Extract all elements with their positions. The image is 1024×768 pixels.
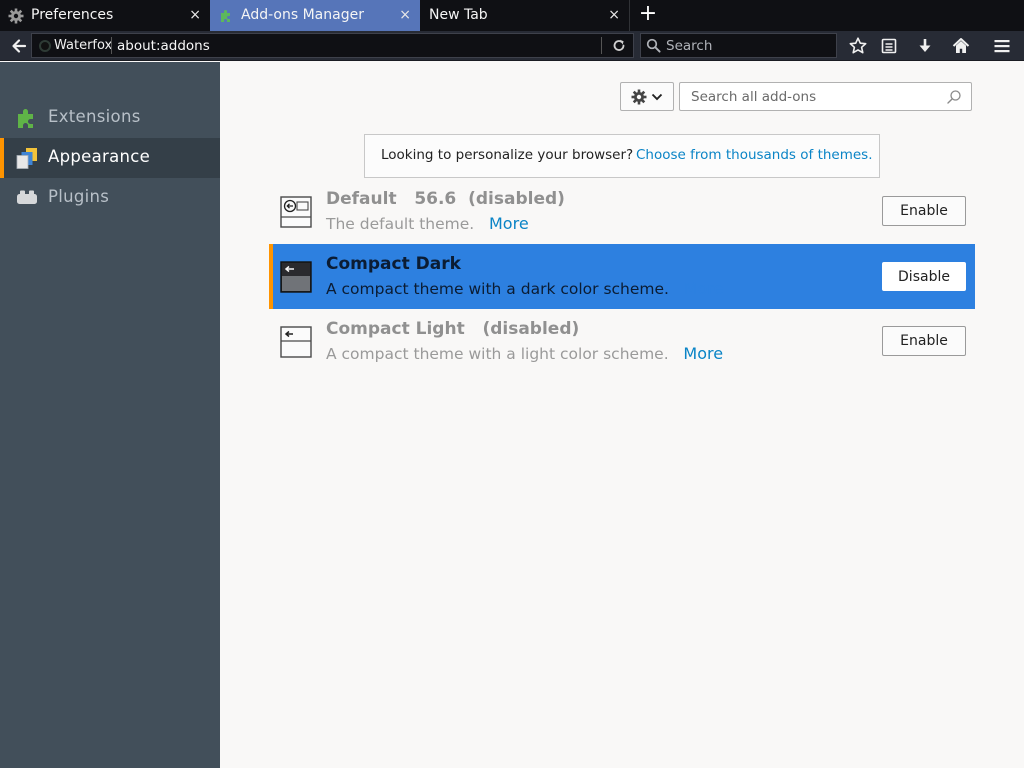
addon-name: Compact Light (disabled)	[326, 319, 580, 339]
tools-menu-button[interactable]	[620, 82, 674, 111]
url-separator	[111, 37, 112, 54]
addon-description: A compact theme with a light color schem…	[326, 344, 723, 363]
addon-name: Default 56.6 (disabled)	[326, 189, 565, 209]
tab-title: New Tab	[429, 7, 488, 23]
hamburger-menu-icon[interactable]	[992, 36, 1012, 56]
addon-description-text: A compact theme with a dark color scheme…	[326, 280, 669, 298]
category-label: Appearance	[48, 147, 151, 166]
bookmarks-menu-icon[interactable]	[879, 36, 899, 56]
more-link[interactable]: More	[489, 214, 529, 233]
category-plugins[interactable]: Plugins	[0, 178, 220, 218]
search-placeholder: Search all add-ons	[691, 89, 817, 105]
search-icon	[646, 38, 661, 53]
disable-button[interactable]: Disable	[882, 262, 966, 291]
identity-icon[interactable]	[39, 40, 51, 52]
back-arrow-icon[interactable]	[6, 33, 32, 59]
tab-preferences[interactable]: Preferences ×	[0, 0, 210, 31]
more-link[interactable]: More	[683, 344, 723, 363]
addon-search-input[interactable]: Search all add-ons	[679, 82, 972, 111]
enable-button[interactable]: Enable	[882, 196, 966, 226]
puzzle-icon	[221, 10, 230, 22]
tab-separator	[629, 0, 630, 31]
home-icon[interactable]	[951, 36, 971, 56]
gear-icon	[8, 8, 24, 24]
close-icon[interactable]: ×	[189, 7, 201, 23]
navigation-toolbar: Waterfox about:addons Search	[0, 31, 1024, 61]
chevron-down-icon	[651, 93, 663, 101]
search-bar[interactable]: Search	[640, 33, 837, 58]
addon-description-text: A compact theme with a light color schem…	[326, 345, 669, 363]
puzzle-icon	[18, 109, 33, 128]
tab-title: Add-ons Manager	[241, 7, 364, 23]
addon-description-text: The default theme.	[326, 215, 475, 233]
addons-list-view: Search all add-ons Looking to personaliz…	[220, 62, 1024, 768]
category-label: Plugins	[48, 187, 110, 206]
more-link[interactable]: More	[684, 279, 724, 298]
gear-icon	[631, 89, 647, 105]
category-label: Extensions	[48, 107, 141, 126]
identity-label[interactable]: Waterfox	[54, 38, 112, 53]
category-extensions[interactable]: Extensions	[0, 98, 220, 138]
tab-new-tab[interactable]: New Tab ×	[420, 0, 629, 31]
search-icon	[947, 90, 961, 104]
bookmark-star-icon[interactable]	[848, 36, 868, 56]
categories-sidebar: Extensions Appearance Plugins	[0, 62, 220, 768]
enable-button[interactable]: Enable	[882, 326, 966, 356]
theme-light-icon	[280, 326, 312, 358]
addon-item-default[interactable]: Default 56.6 (disabled) The default them…	[269, 179, 975, 244]
reload-icon[interactable]	[610, 37, 628, 55]
download-icon[interactable]	[915, 36, 935, 56]
theme-dark-icon	[280, 261, 312, 293]
tab-addons-manager[interactable]: Add-ons Manager ×	[210, 0, 420, 31]
addon-item-compact-dark[interactable]: Compact Dark A compact theme with a dark…	[269, 244, 975, 309]
addon-item-compact-light[interactable]: Compact Light (disabled) A compact theme…	[269, 309, 975, 374]
close-icon[interactable]: ×	[608, 7, 620, 23]
plugin-icon	[17, 190, 37, 204]
addon-description: The default theme. More	[326, 214, 529, 233]
close-icon[interactable]: ×	[399, 7, 411, 23]
category-appearance[interactable]: Appearance	[0, 138, 220, 178]
url-input[interactable]: about:addons	[117, 38, 210, 54]
addon-name: Compact Dark	[326, 254, 461, 274]
selection-indicator	[0, 138, 4, 178]
tab-title: Preferences	[31, 7, 114, 23]
tab-strip: Preferences × Add-ons Manager × New Tab …	[0, 0, 1024, 31]
selection-indicator	[269, 244, 273, 309]
search-placeholder: Search	[666, 38, 713, 54]
theme-promo-banner: Looking to personalize your browser? Cho…	[364, 134, 880, 178]
theme-light-icon	[280, 196, 312, 228]
reload-separator	[601, 37, 602, 54]
url-bar[interactable]: Waterfox about:addons	[31, 33, 634, 58]
new-tab-button[interactable]: +	[637, 3, 659, 26]
promo-text: Looking to personalize your browser?	[381, 147, 634, 163]
addon-description: A compact theme with a dark color scheme…	[326, 279, 723, 298]
get-themes-link[interactable]: Choose from thousands of themes.	[636, 147, 873, 163]
appearance-icon	[16, 148, 37, 169]
